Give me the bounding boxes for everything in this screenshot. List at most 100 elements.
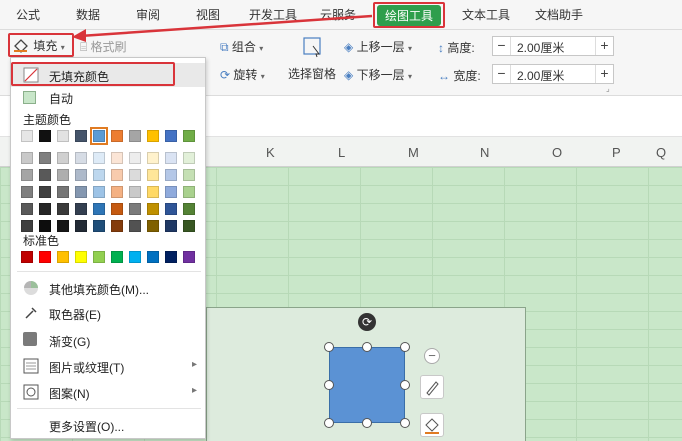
color-swatch[interactable] [111,251,123,263]
color-swatch[interactable] [129,152,141,164]
gradient-option[interactable]: 渐变(G) [11,328,205,352]
resize-handle[interactable] [324,418,334,428]
color-swatch[interactable] [129,169,141,181]
resize-handle[interactable] [362,342,372,352]
color-swatch[interactable] [165,220,177,232]
column-header[interactable]: O [552,145,562,160]
color-swatch[interactable] [21,130,33,142]
resize-handle[interactable] [324,380,334,390]
color-swatch[interactable] [111,152,123,164]
color-swatch[interactable] [57,220,69,232]
color-swatch[interactable] [75,251,87,263]
resize-handle[interactable] [324,342,334,352]
rotate-handle-icon[interactable]: ⟳ [358,313,376,331]
color-swatch[interactable] [147,220,159,232]
color-swatch[interactable] [75,169,87,181]
color-swatch[interactable] [57,152,69,164]
resize-handle[interactable] [400,342,410,352]
color-swatch[interactable] [147,203,159,215]
color-swatch[interactable] [165,169,177,181]
color-swatch[interactable] [39,220,51,232]
color-swatch[interactable] [93,152,105,164]
color-swatch[interactable] [93,220,105,232]
color-swatch[interactable] [75,130,87,142]
eyedropper-label: 取色器(E) [49,308,101,322]
color-swatch[interactable] [75,203,87,215]
color-swatch[interactable] [39,152,51,164]
color-swatch[interactable] [183,203,195,215]
resize-handle[interactable] [362,418,372,428]
selected-rectangle-shape[interactable] [329,347,405,423]
color-swatch[interactable] [39,130,51,142]
column-header[interactable]: N [480,145,489,160]
color-swatch[interactable] [147,152,159,164]
color-swatch[interactable] [75,220,87,232]
chevron-right-icon: ▸ [191,359,197,370]
more-settings-option[interactable]: 更多设置(O)... [11,413,205,437]
color-swatch[interactable] [39,186,51,198]
color-swatch[interactable] [165,130,177,142]
color-swatch[interactable] [147,169,159,181]
color-swatch[interactable] [111,169,123,181]
column-header[interactable]: M [408,145,419,160]
color-swatch[interactable] [57,186,69,198]
color-swatch[interactable] [183,251,195,263]
color-swatch[interactable] [75,152,87,164]
color-swatch[interactable] [21,203,33,215]
column-header[interactable]: P [612,145,621,160]
color-swatch[interactable] [93,186,105,198]
color-swatch[interactable] [129,186,141,198]
color-swatch[interactable] [39,203,51,215]
color-swatch[interactable] [93,169,105,181]
color-swatch[interactable] [21,152,33,164]
eyedropper-option[interactable]: 取色器(E) [11,301,205,325]
color-swatch[interactable] [111,220,123,232]
divider [17,408,201,409]
color-swatch[interactable] [147,186,159,198]
color-swatch[interactable] [147,130,159,142]
pattern-option[interactable]: 图案(N) ▸ [11,380,205,404]
column-header[interactable]: K [266,145,275,160]
color-swatch[interactable] [57,130,69,142]
color-swatch[interactable] [39,251,51,263]
color-swatch[interactable] [129,220,141,232]
resize-handle[interactable] [400,380,410,390]
color-swatch[interactable] [93,251,105,263]
color-swatch[interactable] [183,220,195,232]
color-swatch[interactable] [129,130,141,142]
shape-style-button[interactable] [420,375,444,399]
color-swatch[interactable] [183,152,195,164]
color-swatch[interactable] [165,251,177,263]
color-swatch[interactable] [129,203,141,215]
color-swatch[interactable] [111,203,123,215]
color-swatch[interactable] [165,203,177,215]
color-swatch[interactable] [75,186,87,198]
more-fill-colors-option[interactable]: 其他填充颜色(M)... [11,276,205,300]
color-swatch[interactable] [183,169,195,181]
color-swatch[interactable] [111,186,123,198]
column-header[interactable]: Q [656,145,666,160]
color-swatch[interactable] [183,130,195,142]
color-swatch[interactable] [39,169,51,181]
color-swatch[interactable] [147,251,159,263]
color-swatch[interactable] [57,203,69,215]
shape-fill-button[interactable] [420,413,444,437]
color-swatch[interactable] [165,152,177,164]
column-header[interactable]: L [338,145,345,160]
color-swatch[interactable] [111,130,123,142]
picture-texture-option[interactable]: 图片或纹理(T) ▸ [11,354,205,378]
resize-handle[interactable] [400,418,410,428]
auto-fill-option[interactable]: 自动 [11,85,205,109]
color-swatch[interactable] [129,251,141,263]
color-swatch[interactable] [57,169,69,181]
color-swatch[interactable] [183,186,195,198]
color-swatch[interactable] [57,251,69,263]
color-swatch[interactable] [21,220,33,232]
color-swatch[interactable] [165,186,177,198]
color-swatch[interactable] [21,251,33,263]
color-swatch[interactable] [93,203,105,215]
color-swatch[interactable] [90,127,108,145]
collapse-icon[interactable]: − [424,348,440,364]
color-swatch[interactable] [21,186,33,198]
color-swatch[interactable] [21,169,33,181]
